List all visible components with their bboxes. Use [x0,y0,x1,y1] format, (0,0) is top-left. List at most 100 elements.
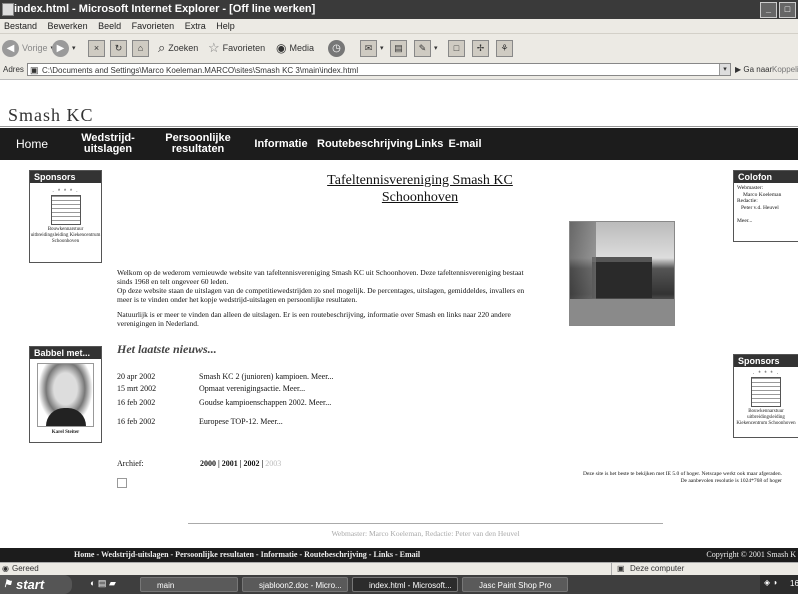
archive-2003[interactable]: 2003 [265,459,281,468]
minimize-button[interactable]: _ [760,2,777,18]
forward-arrow-icon: ▶ [52,39,69,57]
quicklaunch-icons[interactable]: ◐ ▤ ▰ [90,578,116,589]
news-link[interactable]: Opmaat verenigingsactie. Meer... [199,384,305,393]
task-ie[interactable]: index.html - Microsoft... [352,577,458,592]
media-button[interactable]: ◉ Media [276,38,314,58]
colofon-redactie[interactable]: Peter v.d. Heuvel [737,205,795,212]
sponsor-caption: Bouwkennarstuur uitbreidingsleiding Kiek… [736,409,796,426]
archive-2002[interactable]: 2002 [244,459,260,468]
clubhouse-photo [569,221,675,326]
star-icon: ☆ [208,40,220,55]
sponsor-caption: Bouwkennarstuur uitbreidingsleiding Kiek… [30,227,101,244]
nav-links[interactable]: Links [414,128,444,160]
status-bar: ◉ Gereed ▣ Deze computer [0,562,798,576]
taskbar: ⚑ start ◐ ▤ ▰ main sjabloon2.doc - Micro.… [0,575,798,594]
site-nav: Home Wedstrijd- uitslagen Persoonlijke r… [0,128,798,160]
search-icon: ⌕ [158,40,166,55]
start-button[interactable]: ⚑ start [0,575,72,594]
main-heading-line2: Schoonhoven [381,190,459,205]
sponsor-logo-icon[interactable]: · * * * · [751,371,781,407]
refresh-icon[interactable]: ↻ [110,39,127,57]
nav-wedstrijd-uitslagen[interactable]: Wedstrijd- uitslagen [76,128,140,160]
sponsors-left-head: Sponsors [30,171,101,183]
babbel-caption: Karel Steiter [51,430,80,435]
colofon-more-link[interactable]: Meer... [737,218,795,225]
discuss-icon[interactable]: □ [448,39,465,57]
nav-informatie[interactable]: Informatie [248,128,314,160]
mail-icon[interactable]: ✉ [360,39,377,57]
address-bar: Adres ▣ C:\Documents and Settings\Marco … [0,62,798,80]
task-paintshop[interactable]: Jasc Paint Shop Pro [462,577,568,592]
search-button[interactable]: ⌕ Zoeken [158,38,198,58]
menu-extra[interactable]: Extra [185,21,206,31]
zone-text: Deze computer [630,564,685,573]
person-photo[interactable] [37,363,94,427]
site-title: Smash KC [8,105,94,125]
tray-icon[interactable]: ◈ ◑ [764,578,777,587]
menu-help[interactable]: Help [216,21,235,31]
back-button[interactable]: ◀ Vorige▾ [2,38,54,58]
page-viewport: Smash KC Home Wedstrijd- uitslagen Perso… [0,80,798,561]
intro-paragraph-1: Welkom op de wederom vernieuwde website … [117,268,524,286]
intro-paragraph-2: Op deze website staan de uitslagen van d… [117,286,525,304]
building-shape [592,257,652,298]
history-icon[interactable]: ◷ [328,39,345,57]
sponsors-right-box: Sponsors · * * * · Bouwkennarstuur uitbr… [733,354,798,438]
menu-favorieten[interactable]: Favorieten [132,21,175,31]
toolbar: ◀ Vorige▾ ▶▾ × ↻ ⌂ ⌕ Zoeken ☆ Favorieten… [0,33,798,63]
computer-icon: ▣ [617,564,625,573]
broken-image-icon [117,478,127,488]
nav-email[interactable]: E-mail [446,128,484,160]
browser-note: Deze site is het beste te bekijken met I… [583,471,782,484]
page-icon: ▣ [30,65,39,75]
nav-routebeschrijving[interactable]: Routebeschrijving [317,128,413,160]
footer-divider [188,523,663,524]
sponsors-left-box: Sponsors · * * * · Bouwkennarstuur uitbr… [29,170,102,263]
sponsor-logo-icon[interactable]: · * * * · [50,189,81,225]
nav-persoonlijke-resultaten[interactable]: Persoonlijke resultaten [160,128,236,160]
nav-home[interactable]: Home [10,128,54,160]
bottom-nav: Home - Wedstrijd-uitslagen - Persoonlijk… [0,548,798,562]
news-date: 20 apr 2002 [117,372,156,381]
news-link[interactable]: Goudse kampioenschappen 2002. Meer... [199,398,331,407]
address-input[interactable]: ▣ C:\Documents and Settings\Marco Koelem… [27,63,731,76]
favorites-button[interactable]: ☆ Favorieten [208,38,265,58]
news-link[interactable]: Smash KC 2 (junioren) kampioen. Meer... [199,372,333,381]
windows-flag-icon: ⚑ [3,579,12,590]
colofon-head: Colofon [734,171,798,183]
intro-paragraph-3: Natuurlijk is er meer te vinden dan alle… [117,310,511,328]
menu-bestand[interactable]: Bestand [4,21,37,31]
task-word[interactable]: sjabloon2.doc - Micro... [242,577,348,592]
menu-bewerken[interactable]: Bewerken [48,21,88,31]
task-main[interactable]: main [140,577,238,592]
media-icon: ◉ [276,41,287,55]
main-heading-line1: Tafeltennisvereniging Smash KC [327,173,513,188]
address-dropdown-icon[interactable]: ▾ [719,64,730,75]
babbel-box: Babbel met... Karel Steiter [29,346,102,443]
window-title: index.html - Microsoft Internet Explorer… [14,3,316,15]
system-tray: ◈ ◑ 16 [760,575,798,594]
research-icon[interactable]: ⚘ [496,39,513,57]
news-link[interactable]: Europese TOP-12. Meer... [199,417,283,426]
maximize-button[interactable]: □ [779,2,796,18]
sponsors-right-head: Sponsors [734,355,798,367]
forward-button[interactable]: ▶ ▾ [52,38,76,58]
back-arrow-icon: ◀ [2,39,19,57]
links-label[interactable]: Koppelingen [772,65,798,74]
home-icon[interactable]: ⌂ [132,39,149,57]
archive-label: Archief: [117,459,144,468]
archive-2000[interactable]: 2000 [200,459,216,468]
archive-2001[interactable]: 2001 [222,459,238,468]
news-date: 16 feb 2002 [117,398,156,407]
go-button[interactable]: ▶ Ga naar [735,65,772,74]
bottom-nav-links[interactable]: Home - Wedstrijd-uitslagen - Persoonlijk… [74,550,420,559]
status-text: Gereed [12,564,39,573]
messenger-icon[interactable]: ✢ [472,39,489,57]
menu-beeld[interactable]: Beeld [98,21,121,31]
edit-icon[interactable]: ✎ [414,39,431,57]
window-titlebar: index.html - Microsoft Internet Explorer… [0,0,798,19]
print-icon[interactable]: ▤ [390,39,407,57]
address-label: Adres [3,65,24,74]
stop-icon[interactable]: × [88,39,105,57]
news-heading: Het laatste nieuws... [117,342,217,356]
